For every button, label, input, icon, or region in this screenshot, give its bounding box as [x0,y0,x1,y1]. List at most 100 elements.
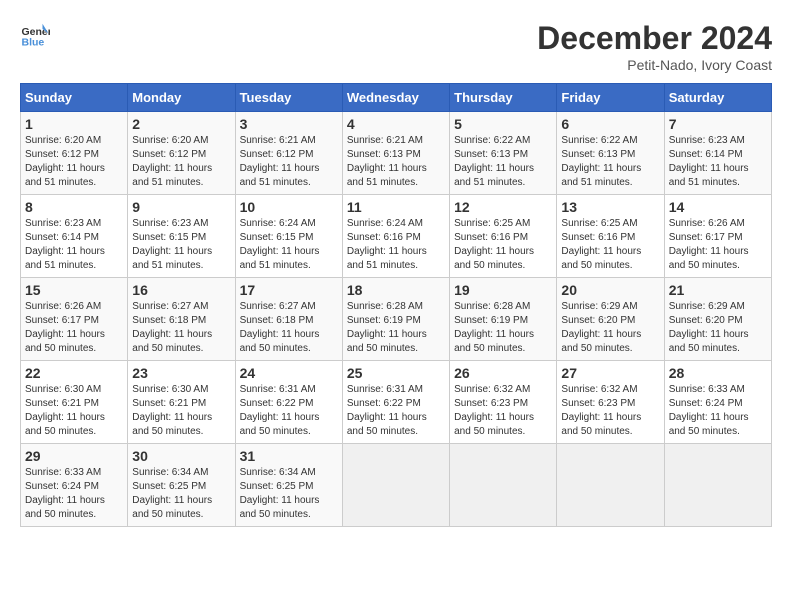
day-number: 3 [240,116,338,132]
day-number: 12 [454,199,552,215]
location-subtitle: Petit-Nado, Ivory Coast [537,57,772,73]
weekday-header-sunday: Sunday [21,84,128,112]
day-number: 17 [240,282,338,298]
day-number: 8 [25,199,123,215]
calendar-day-cell: 10 Sunrise: 6:24 AM Sunset: 6:15 PM Dayl… [235,195,342,278]
day-number: 4 [347,116,445,132]
calendar-day-cell: 6 Sunrise: 6:22 AM Sunset: 6:13 PM Dayli… [557,112,664,195]
weekday-header-wednesday: Wednesday [342,84,449,112]
day-number: 14 [669,199,767,215]
calendar-day-cell: 1 Sunrise: 6:20 AM Sunset: 6:12 PM Dayli… [21,112,128,195]
calendar-day-cell: 19 Sunrise: 6:28 AM Sunset: 6:19 PM Dayl… [450,278,557,361]
weekday-header-thursday: Thursday [450,84,557,112]
day-number: 31 [240,448,338,464]
calendar-day-cell: 2 Sunrise: 6:20 AM Sunset: 6:12 PM Dayli… [128,112,235,195]
calendar-week-row: 22 Sunrise: 6:30 AM Sunset: 6:21 PM Dayl… [21,361,772,444]
calendar-week-row: 15 Sunrise: 6:26 AM Sunset: 6:17 PM Dayl… [21,278,772,361]
day-info: Sunrise: 6:29 AM Sunset: 6:20 PM Dayligh… [561,300,659,356]
day-number: 2 [132,116,230,132]
calendar-day-cell: 27 Sunrise: 6:32 AM Sunset: 6:23 PM Dayl… [557,361,664,444]
weekday-header-monday: Monday [128,84,235,112]
day-info: Sunrise: 6:24 AM Sunset: 6:15 PM Dayligh… [240,217,338,273]
day-info: Sunrise: 6:26 AM Sunset: 6:17 PM Dayligh… [669,217,767,273]
calendar-day-cell: 7 Sunrise: 6:23 AM Sunset: 6:14 PM Dayli… [664,112,771,195]
day-number: 22 [25,365,123,381]
calendar-empty-cell [342,444,449,527]
calendar-day-cell: 3 Sunrise: 6:21 AM Sunset: 6:12 PM Dayli… [235,112,342,195]
calendar-day-cell: 30 Sunrise: 6:34 AM Sunset: 6:25 PM Dayl… [128,444,235,527]
day-info: Sunrise: 6:34 AM Sunset: 6:25 PM Dayligh… [132,466,230,522]
calendar-day-cell: 13 Sunrise: 6:25 AM Sunset: 6:16 PM Dayl… [557,195,664,278]
day-number: 19 [454,282,552,298]
day-info: Sunrise: 6:23 AM Sunset: 6:14 PM Dayligh… [25,217,123,273]
day-number: 15 [25,282,123,298]
calendar-week-row: 29 Sunrise: 6:33 AM Sunset: 6:24 PM Dayl… [21,444,772,527]
weekday-header-friday: Friday [557,84,664,112]
calendar-empty-cell [664,444,771,527]
day-number: 23 [132,365,230,381]
day-info: Sunrise: 6:28 AM Sunset: 6:19 PM Dayligh… [454,300,552,356]
calendar-table: SundayMondayTuesdayWednesdayThursdayFrid… [20,83,772,527]
calendar-day-cell: 8 Sunrise: 6:23 AM Sunset: 6:14 PM Dayli… [21,195,128,278]
day-number: 5 [454,116,552,132]
day-info: Sunrise: 6:32 AM Sunset: 6:23 PM Dayligh… [561,383,659,439]
day-info: Sunrise: 6:27 AM Sunset: 6:18 PM Dayligh… [240,300,338,356]
calendar-day-cell: 23 Sunrise: 6:30 AM Sunset: 6:21 PM Dayl… [128,361,235,444]
logo-icon: General Blue [20,20,50,50]
day-number: 25 [347,365,445,381]
day-number: 26 [454,365,552,381]
day-number: 6 [561,116,659,132]
weekday-header-saturday: Saturday [664,84,771,112]
calendar-day-cell: 14 Sunrise: 6:26 AM Sunset: 6:17 PM Dayl… [664,195,771,278]
calendar-day-cell: 4 Sunrise: 6:21 AM Sunset: 6:13 PM Dayli… [342,112,449,195]
day-info: Sunrise: 6:30 AM Sunset: 6:21 PM Dayligh… [132,383,230,439]
calendar-day-cell: 24 Sunrise: 6:31 AM Sunset: 6:22 PM Dayl… [235,361,342,444]
day-number: 18 [347,282,445,298]
calendar-day-cell: 15 Sunrise: 6:26 AM Sunset: 6:17 PM Dayl… [21,278,128,361]
day-number: 20 [561,282,659,298]
title-block: December 2024 Petit-Nado, Ivory Coast [537,20,772,73]
month-title: December 2024 [537,20,772,57]
day-info: Sunrise: 6:20 AM Sunset: 6:12 PM Dayligh… [25,134,123,190]
day-number: 29 [25,448,123,464]
calendar-day-cell: 5 Sunrise: 6:22 AM Sunset: 6:13 PM Dayli… [450,112,557,195]
day-number: 7 [669,116,767,132]
calendar-empty-cell [557,444,664,527]
calendar-week-row: 8 Sunrise: 6:23 AM Sunset: 6:14 PM Dayli… [21,195,772,278]
weekday-header-tuesday: Tuesday [235,84,342,112]
day-info: Sunrise: 6:29 AM Sunset: 6:20 PM Dayligh… [669,300,767,356]
day-info: Sunrise: 6:21 AM Sunset: 6:13 PM Dayligh… [347,134,445,190]
day-info: Sunrise: 6:30 AM Sunset: 6:21 PM Dayligh… [25,383,123,439]
logo: General Blue [20,20,50,50]
day-info: Sunrise: 6:33 AM Sunset: 6:24 PM Dayligh… [25,466,123,522]
calendar-day-cell: 31 Sunrise: 6:34 AM Sunset: 6:25 PM Dayl… [235,444,342,527]
calendar-day-cell: 22 Sunrise: 6:30 AM Sunset: 6:21 PM Dayl… [21,361,128,444]
day-number: 16 [132,282,230,298]
day-info: Sunrise: 6:33 AM Sunset: 6:24 PM Dayligh… [669,383,767,439]
svg-text:Blue: Blue [22,37,45,49]
calendar-empty-cell [450,444,557,527]
day-info: Sunrise: 6:32 AM Sunset: 6:23 PM Dayligh… [454,383,552,439]
calendar-day-cell: 12 Sunrise: 6:25 AM Sunset: 6:16 PM Dayl… [450,195,557,278]
day-info: Sunrise: 6:26 AM Sunset: 6:17 PM Dayligh… [25,300,123,356]
day-number: 21 [669,282,767,298]
calendar-day-cell: 28 Sunrise: 6:33 AM Sunset: 6:24 PM Dayl… [664,361,771,444]
day-info: Sunrise: 6:23 AM Sunset: 6:14 PM Dayligh… [669,134,767,190]
day-info: Sunrise: 6:31 AM Sunset: 6:22 PM Dayligh… [347,383,445,439]
day-info: Sunrise: 6:31 AM Sunset: 6:22 PM Dayligh… [240,383,338,439]
calendar-day-cell: 16 Sunrise: 6:27 AM Sunset: 6:18 PM Dayl… [128,278,235,361]
weekday-header-row: SundayMondayTuesdayWednesdayThursdayFrid… [21,84,772,112]
day-number: 24 [240,365,338,381]
day-number: 27 [561,365,659,381]
day-info: Sunrise: 6:22 AM Sunset: 6:13 PM Dayligh… [561,134,659,190]
day-number: 10 [240,199,338,215]
day-info: Sunrise: 6:20 AM Sunset: 6:12 PM Dayligh… [132,134,230,190]
day-info: Sunrise: 6:34 AM Sunset: 6:25 PM Dayligh… [240,466,338,522]
day-number: 13 [561,199,659,215]
day-number: 28 [669,365,767,381]
calendar-day-cell: 18 Sunrise: 6:28 AM Sunset: 6:19 PM Dayl… [342,278,449,361]
calendar-day-cell: 21 Sunrise: 6:29 AM Sunset: 6:20 PM Dayl… [664,278,771,361]
calendar-day-cell: 17 Sunrise: 6:27 AM Sunset: 6:18 PM Dayl… [235,278,342,361]
calendar-day-cell: 11 Sunrise: 6:24 AM Sunset: 6:16 PM Dayl… [342,195,449,278]
day-info: Sunrise: 6:28 AM Sunset: 6:19 PM Dayligh… [347,300,445,356]
